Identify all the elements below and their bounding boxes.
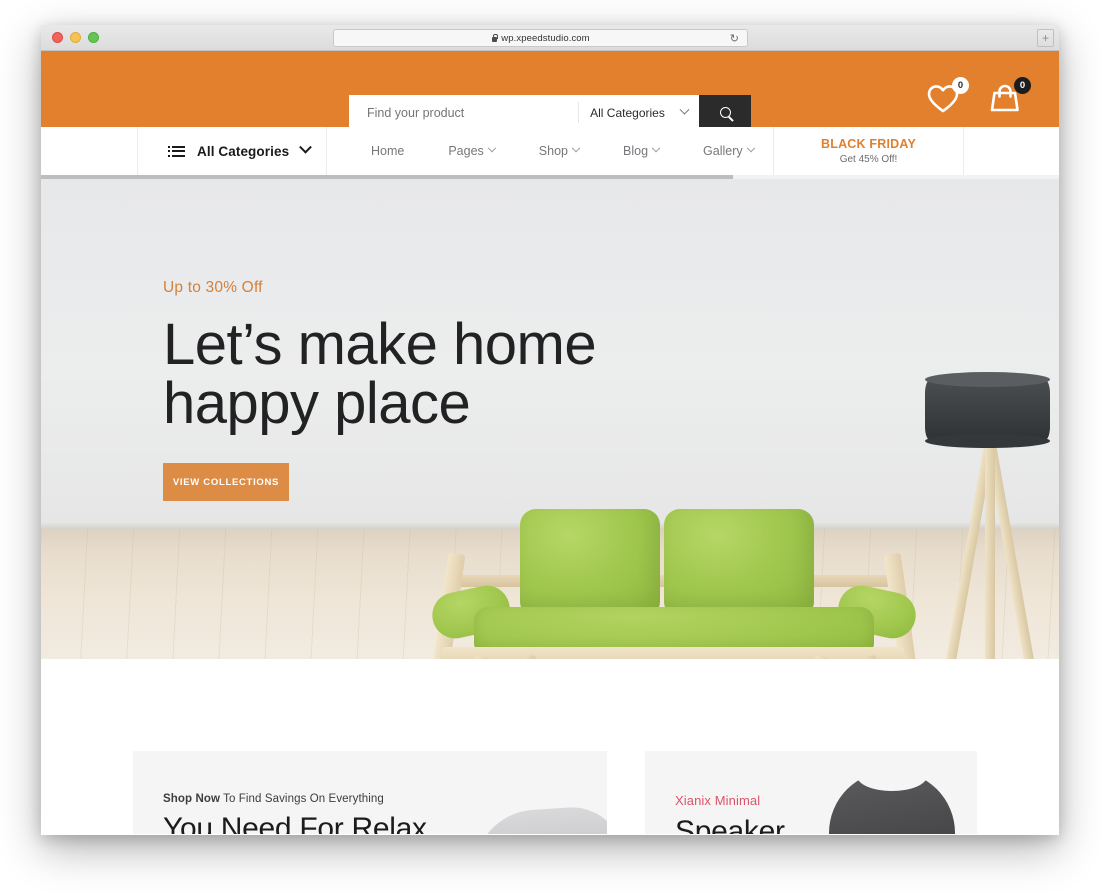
promo-card-speaker[interactable]: Xianix Minimal Speaker (645, 751, 977, 834)
cart-count-badge: 0 (1014, 77, 1031, 94)
chevron-down-icon (651, 143, 661, 153)
wishlist-button[interactable]: 0 (927, 77, 971, 117)
search-category-value: All Categories (590, 105, 665, 120)
address-bar-content: wp.xpeedstudio.com (491, 32, 590, 44)
all-categories-dropdown[interactable]: All Categories (137, 127, 327, 175)
zoom-window-button[interactable] (88, 32, 99, 43)
chevron-down-icon (679, 104, 690, 115)
promo-cards: Shop Now To Find Savings On Everything Y… (41, 659, 1059, 834)
nav-item-label: Pages (448, 144, 484, 158)
nav-item-label: Shop (538, 144, 568, 158)
minimize-window-button[interactable] (70, 32, 81, 43)
promo-card-title: Speaker (675, 815, 785, 834)
nav-item-label: Blog (623, 144, 649, 158)
nav-item-pages[interactable]: Pages (448, 143, 497, 158)
chevron-down-icon (571, 143, 581, 153)
lock-icon (491, 34, 499, 43)
address-bar[interactable]: wp.xpeedstudio.com ↻ (333, 29, 748, 47)
chevron-down-icon (746, 143, 755, 153)
hero-title-line-1: Let’s make home (163, 312, 597, 377)
floor-lamp-image (925, 371, 1055, 659)
nav-item-gallery[interactable]: Gallery (703, 143, 755, 158)
header-action-icons: 0 0 (927, 77, 1033, 117)
new-tab-button[interactable]: + (1037, 29, 1054, 47)
cart-button[interactable]: 0 (989, 77, 1033, 117)
promo-card-kicker: Xianix Minimal (675, 793, 761, 808)
search-input[interactable] (349, 95, 578, 130)
green-sofa-image (424, 497, 924, 659)
promo-subtitle: Get 45% Off! (839, 154, 898, 165)
nav-item-label: Gallery (703, 144, 743, 158)
nav-item-home[interactable]: Home (371, 144, 404, 158)
main-navigation: All Categories Home Pages Shop Blog Gall… (41, 127, 1059, 175)
black-friday-promo[interactable]: BLACK FRIDAY Get 45% Off! (774, 127, 964, 175)
browser-window: wp.xpeedstudio.com ↻ + All Categories (41, 25, 1059, 835)
nav-menu: Home Pages Shop Blog Gallery (327, 127, 774, 175)
nav-item-blog[interactable]: Blog (623, 143, 661, 158)
chevron-down-icon (487, 143, 497, 153)
hero-slider: Up to 30% Off Let’s make home happy plac… (41, 179, 1059, 659)
search-category-select[interactable]: All Categories (579, 95, 699, 130)
address-bar-url: wp.xpeedstudio.com (501, 32, 590, 44)
hero-title: Let’s make home happy place (163, 312, 597, 437)
all-categories-label: All Categories (197, 143, 290, 159)
promo-card-copy: Shop Now To Find Savings On Everything Y… (163, 793, 427, 834)
close-window-button[interactable] (52, 32, 63, 43)
nav-item-shop[interactable]: Shop (538, 143, 581, 158)
dark-chair-image (783, 761, 973, 834)
hero-title-line-2: happy place (163, 371, 471, 437)
hamburger-list-icon (168, 145, 185, 157)
browser-titlebar: wp.xpeedstudio.com ↻ + (41, 25, 1059, 51)
search-icon (719, 107, 731, 118)
promo-card-title: You Need For Relax (163, 812, 427, 834)
search-submit-button[interactable] (699, 95, 751, 130)
hero-kicker: Up to 30% Off (163, 279, 263, 296)
site-header: All Categories 0 (41, 51, 1059, 130)
promo-card-kicker: Shop Now To Find Savings On Everything (163, 793, 427, 805)
wishlist-count-badge: 0 (952, 77, 969, 94)
promo-card-kicker-rest: To Find Savings On Everything (223, 793, 384, 805)
promo-card-relax[interactable]: Shop Now To Find Savings On Everything Y… (133, 751, 607, 834)
chevron-down-icon (299, 140, 313, 154)
reload-icon[interactable]: ↻ (730, 33, 739, 45)
promo-card-copy: Xianix Minimal Speaker (675, 793, 785, 834)
promo-title: BLACK FRIDAY (821, 137, 916, 151)
nav-item-label: Home (371, 144, 405, 158)
promo-card-kicker-bold: Shop Now (163, 793, 221, 805)
product-search-bar: All Categories (349, 95, 751, 130)
hero-content: Up to 30% Off Let’s make home happy plac… (163, 279, 597, 502)
window-traffic-lights (52, 32, 99, 43)
view-collections-button[interactable]: VIEW COLLECTIONS (163, 463, 289, 502)
page-viewport: All Categories 0 (41, 51, 1059, 834)
